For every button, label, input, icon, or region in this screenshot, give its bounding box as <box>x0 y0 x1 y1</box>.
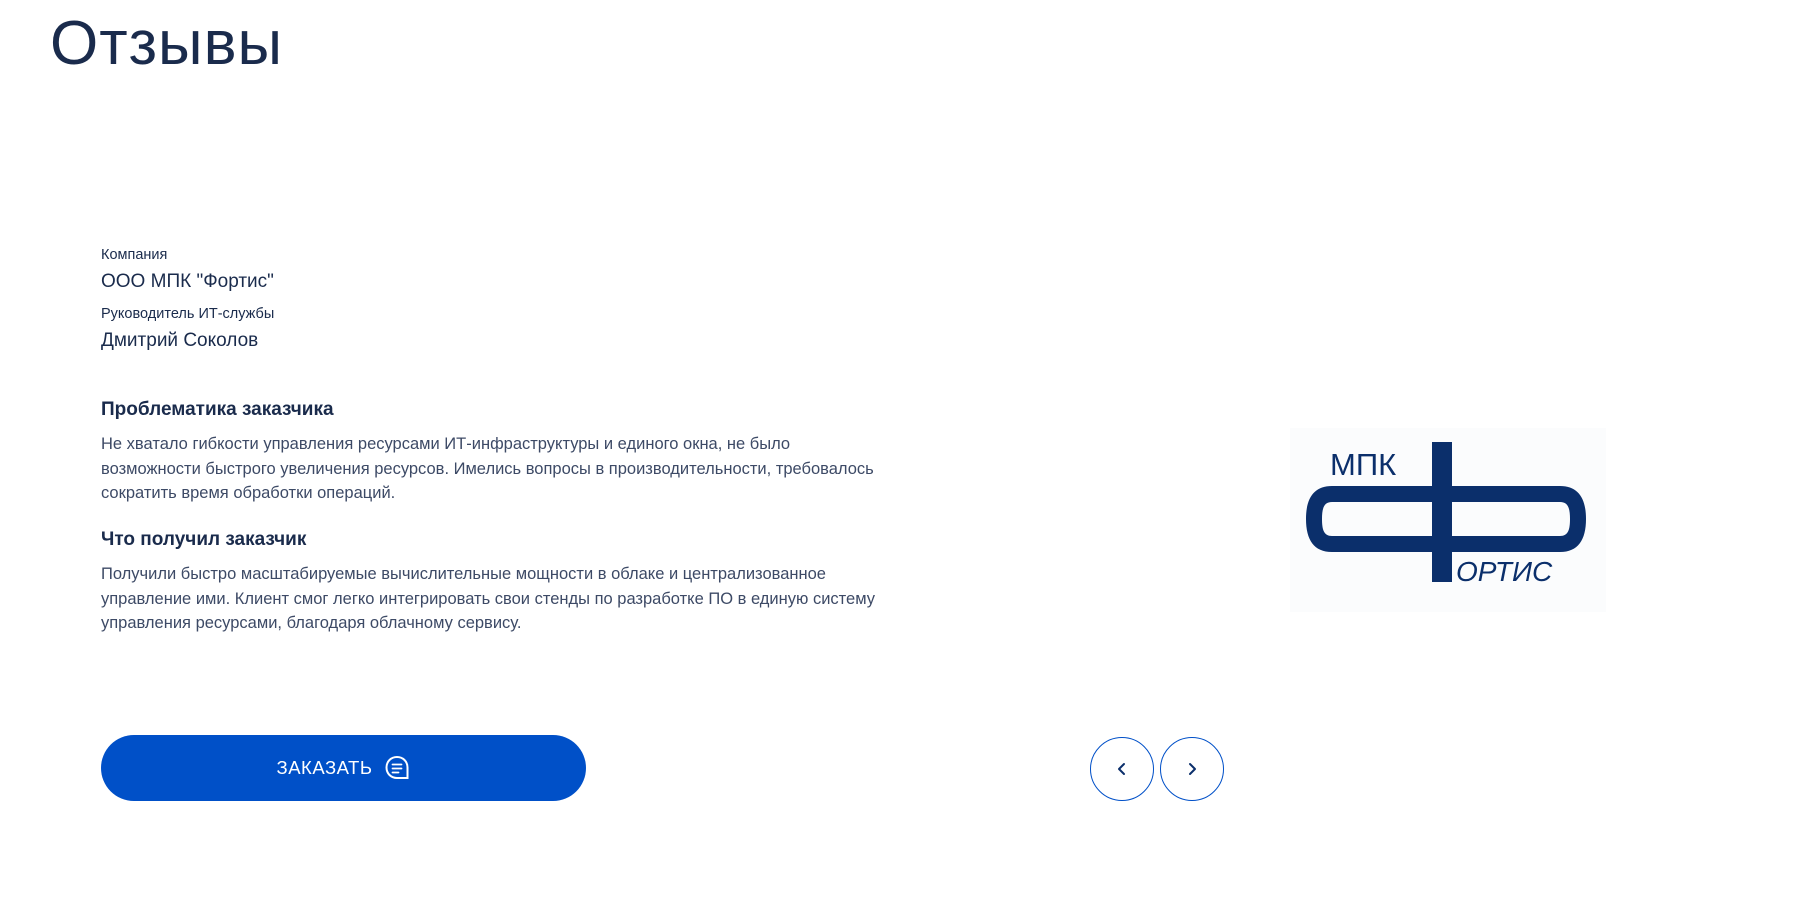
chat-bubble-icon <box>384 755 410 781</box>
company-block: Компания ООО МПК "Фортис" <box>101 246 881 294</box>
result-section: Что получил заказчик Получили быстро мас… <box>101 528 881 636</box>
result-title: Что получил заказчик <box>101 529 307 550</box>
result-text: Получили быстро масштабируемые вычислите… <box>101 565 875 632</box>
person-position: Руководитель ИТ-службы <box>101 306 275 322</box>
person-name: Дмитрий Соколов <box>101 330 259 351</box>
order-button[interactable]: ЗАКАЗАТЬ <box>101 735 586 801</box>
review-meta: Компания ООО МПК "Фортис" Руководитель И… <box>101 246 881 353</box>
chevron-right-icon <box>1189 763 1196 775</box>
chevron-left-icon <box>1118 763 1125 775</box>
prev-review-button[interactable] <box>1090 737 1154 801</box>
logo-bottom-text: ОРТИС <box>1456 556 1553 587</box>
problem-title: Проблематика заказчика <box>101 399 334 420</box>
next-review-button[interactable] <box>1160 737 1224 801</box>
page-title: Отзывы <box>50 9 284 78</box>
order-button-label: ЗАКАЗАТЬ <box>276 757 373 778</box>
company-name: ООО МПК "Фортис" <box>101 271 274 292</box>
person-block: Руководитель ИТ-службы Дмитрий Соколов <box>101 305 881 353</box>
logo-top-text: МПК <box>1330 447 1396 482</box>
problem-text: Не хватало гибкости управления ресурсами… <box>101 435 874 502</box>
company-logo: МПК ОРТИС <box>1290 428 1606 612</box>
problem-section: Проблематика заказчика Не хватало гибкос… <box>101 398 881 506</box>
company-label: Компания <box>101 247 168 263</box>
